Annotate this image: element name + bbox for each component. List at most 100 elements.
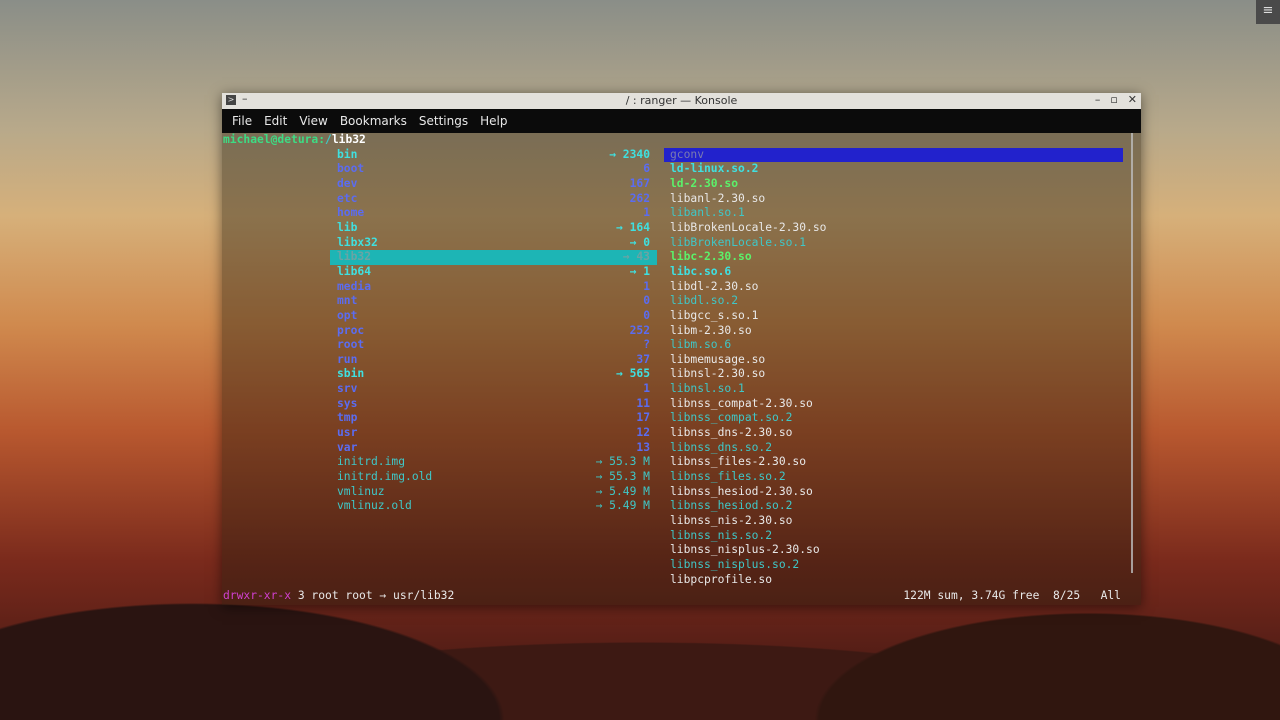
file-entry[interactable]: libdl.so.2 — [664, 294, 1123, 309]
menu-view[interactable]: View — [293, 114, 333, 128]
entry-name: initrd.img.old — [337, 470, 433, 483]
parent-entry[interactable]: mnt 0 — [330, 294, 657, 309]
minimize-icon[interactable]: – — [1095, 93, 1101, 106]
file-entry[interactable]: libm-2.30.so — [664, 324, 1123, 339]
file-name: libnss_nisplus-2.30.so — [670, 543, 820, 557]
entry-name: lib — [337, 220, 358, 234]
file-entry[interactable]: libnss_nis.so.2 — [664, 529, 1123, 544]
file-entry[interactable]: libnss_nisplus.so.2 — [664, 558, 1123, 573]
file-name: libm.so.6 — [670, 338, 732, 352]
file-name: libnss_nis.so.2 — [670, 528, 773, 542]
entry-name: lib32 — [337, 250, 372, 264]
menu-file[interactable]: File — [226, 114, 258, 128]
parent-entry[interactable]: srv 1 — [330, 382, 657, 397]
entry-size: 262 — [629, 191, 650, 205]
file-entry[interactable]: libmemusage.so — [664, 353, 1123, 368]
parent-entry[interactable]: etc 262 — [330, 192, 657, 207]
parent-entry[interactable]: boot 6 — [330, 162, 657, 177]
parent-entry[interactable]: var 13 — [330, 441, 657, 456]
parent-entry[interactable]: sys 11 — [330, 397, 657, 412]
panel-menu-icon[interactable]: ≡ — [1256, 0, 1280, 24]
file-entry[interactable]: libm.so.6 — [664, 338, 1123, 353]
parent-entry[interactable]: vmlinuz.old → 5.49 M — [330, 499, 657, 514]
file-entry[interactable]: libnss_hesiod.so.2 — [664, 499, 1123, 514]
parent-entry[interactable]: vmlinuz → 5.49 M — [330, 485, 657, 500]
file-entry[interactable]: libgcc_s.so.1 — [664, 309, 1123, 324]
file-entry[interactable]: gconv — [664, 147, 1123, 163]
parent-entry[interactable]: proc 252 — [330, 324, 657, 339]
parent-entry[interactable]: lib64 → 1 — [330, 265, 657, 280]
parent-entry[interactable]: lib → 164 — [330, 221, 657, 236]
parent-entry[interactable]: run 37 — [330, 353, 657, 368]
menu-bookmarks[interactable]: Bookmarks — [334, 114, 413, 128]
file-entry[interactable]: libnss_compat-2.30.so — [664, 397, 1123, 412]
file-entry[interactable]: libBrokenLocale.so.1 — [664, 236, 1123, 251]
entry-name: libx32 — [337, 235, 378, 249]
menu-help[interactable]: Help — [474, 114, 513, 128]
file-entry[interactable]: libnss_dns-2.30.so — [664, 426, 1123, 441]
parent-entry[interactable]: initrd.img → 55.3 M — [330, 455, 657, 470]
parent-entry[interactable]: usr 12 — [330, 426, 657, 441]
entry-name: initrd.img — [337, 455, 406, 469]
parent-entry[interactable]: dev 167 — [330, 177, 657, 192]
parent-entry[interactable]: root? — [330, 338, 657, 353]
file-entry[interactable]: ld-2.30.so — [664, 177, 1123, 192]
parent-entry[interactable]: initrd.img.old → 55.3 M — [330, 470, 657, 485]
window-title: / : ranger — Konsole — [625, 94, 738, 107]
parent-entry[interactable]: tmp 17 — [330, 411, 657, 426]
file-entry[interactable]: libdl-2.30.so — [664, 280, 1123, 295]
terminal-area[interactable]: michael@detura:/lib32 bin → 2340 boot 6 dev 1… — [222, 133, 1141, 605]
file-entry[interactable]: libnss_files.so.2 — [664, 470, 1123, 485]
file-entry[interactable]: ld-linux.so.2 — [664, 162, 1123, 177]
file-entry[interactable]: libc.so.6 — [664, 265, 1123, 280]
entry-size: 252 — [629, 323, 650, 337]
parent-entry[interactable]: media 1 — [330, 280, 657, 295]
parent-entry[interactable]: sbin → 565 — [330, 367, 657, 382]
file-entry[interactable]: libnsl.so.1 — [664, 382, 1123, 397]
close-icon[interactable]: ✕ — [1128, 93, 1137, 106]
entry-size: → 164 — [615, 220, 650, 234]
entry-name: sys — [337, 396, 358, 410]
entry-size: 17 — [636, 411, 650, 425]
file-name: libnss_compat.so.2 — [670, 411, 793, 425]
file-entry[interactable]: libnss_nis-2.30.so — [664, 514, 1123, 529]
entry-size: ? — [643, 338, 650, 352]
file-name: ld-linux.so.2 — [670, 162, 759, 176]
file-name: libgcc_s.so.1 — [670, 308, 759, 322]
entry-size: 37 — [636, 352, 650, 366]
parent-entry[interactable]: libx32 → 0 — [330, 236, 657, 251]
entry-size: 1 — [643, 279, 650, 293]
entry-size: 12 — [636, 426, 650, 440]
parent-entry[interactable]: opt 0 — [330, 309, 657, 324]
menu-settings[interactable]: Settings — [413, 114, 474, 128]
file-entry[interactable]: libc-2.30.so — [664, 250, 1123, 265]
parent-entry[interactable]: lib32 → 43 — [330, 250, 657, 265]
file-entry[interactable]: libnss_compat.so.2 — [664, 411, 1123, 426]
file-name: libmemusage.so — [670, 352, 766, 366]
file-name: libnsl-2.30.so — [670, 367, 766, 381]
file-name: ld-2.30.so — [670, 177, 739, 190]
entry-size: 1 — [643, 206, 650, 220]
entry-name: vmlinuz — [337, 484, 385, 498]
entry-name: boot — [337, 162, 365, 176]
menu-edit[interactable]: Edit — [258, 114, 293, 128]
file-entry[interactable]: libnss_nisplus-2.30.so — [664, 543, 1123, 558]
file-entry[interactable]: libnsl-2.30.so — [664, 367, 1123, 382]
scrollbar[interactable] — [1131, 133, 1133, 573]
file-entry[interactable]: libanl.so.1 — [664, 206, 1123, 221]
file-entry[interactable]: libnss_hesiod-2.30.so — [664, 485, 1123, 500]
file-entry[interactable]: libBrokenLocale-2.30.so — [664, 221, 1123, 236]
parent-entry[interactable]: bin → 2340 — [330, 148, 657, 163]
entry-name: run — [337, 352, 358, 366]
entry-name: lib64 — [337, 264, 372, 278]
parent-entry[interactable]: home 1 — [330, 206, 657, 221]
file-name: libdl-2.30.so — [670, 279, 759, 293]
file-entry[interactable]: libnss_files-2.30.so — [664, 455, 1123, 470]
maximize-icon[interactable]: ▫ — [1110, 93, 1117, 106]
entry-size: → 43 — [622, 250, 650, 264]
entry-size: 13 — [636, 440, 650, 454]
file-entry[interactable]: libnss_dns.so.2 — [664, 441, 1123, 456]
titlebar[interactable]: > – / : ranger — Konsole – ▫ ✕ — [222, 92, 1141, 109]
file-entry[interactable]: libpcprofile.so — [664, 573, 1123, 588]
file-entry[interactable]: libanl-2.30.so — [664, 192, 1123, 207]
